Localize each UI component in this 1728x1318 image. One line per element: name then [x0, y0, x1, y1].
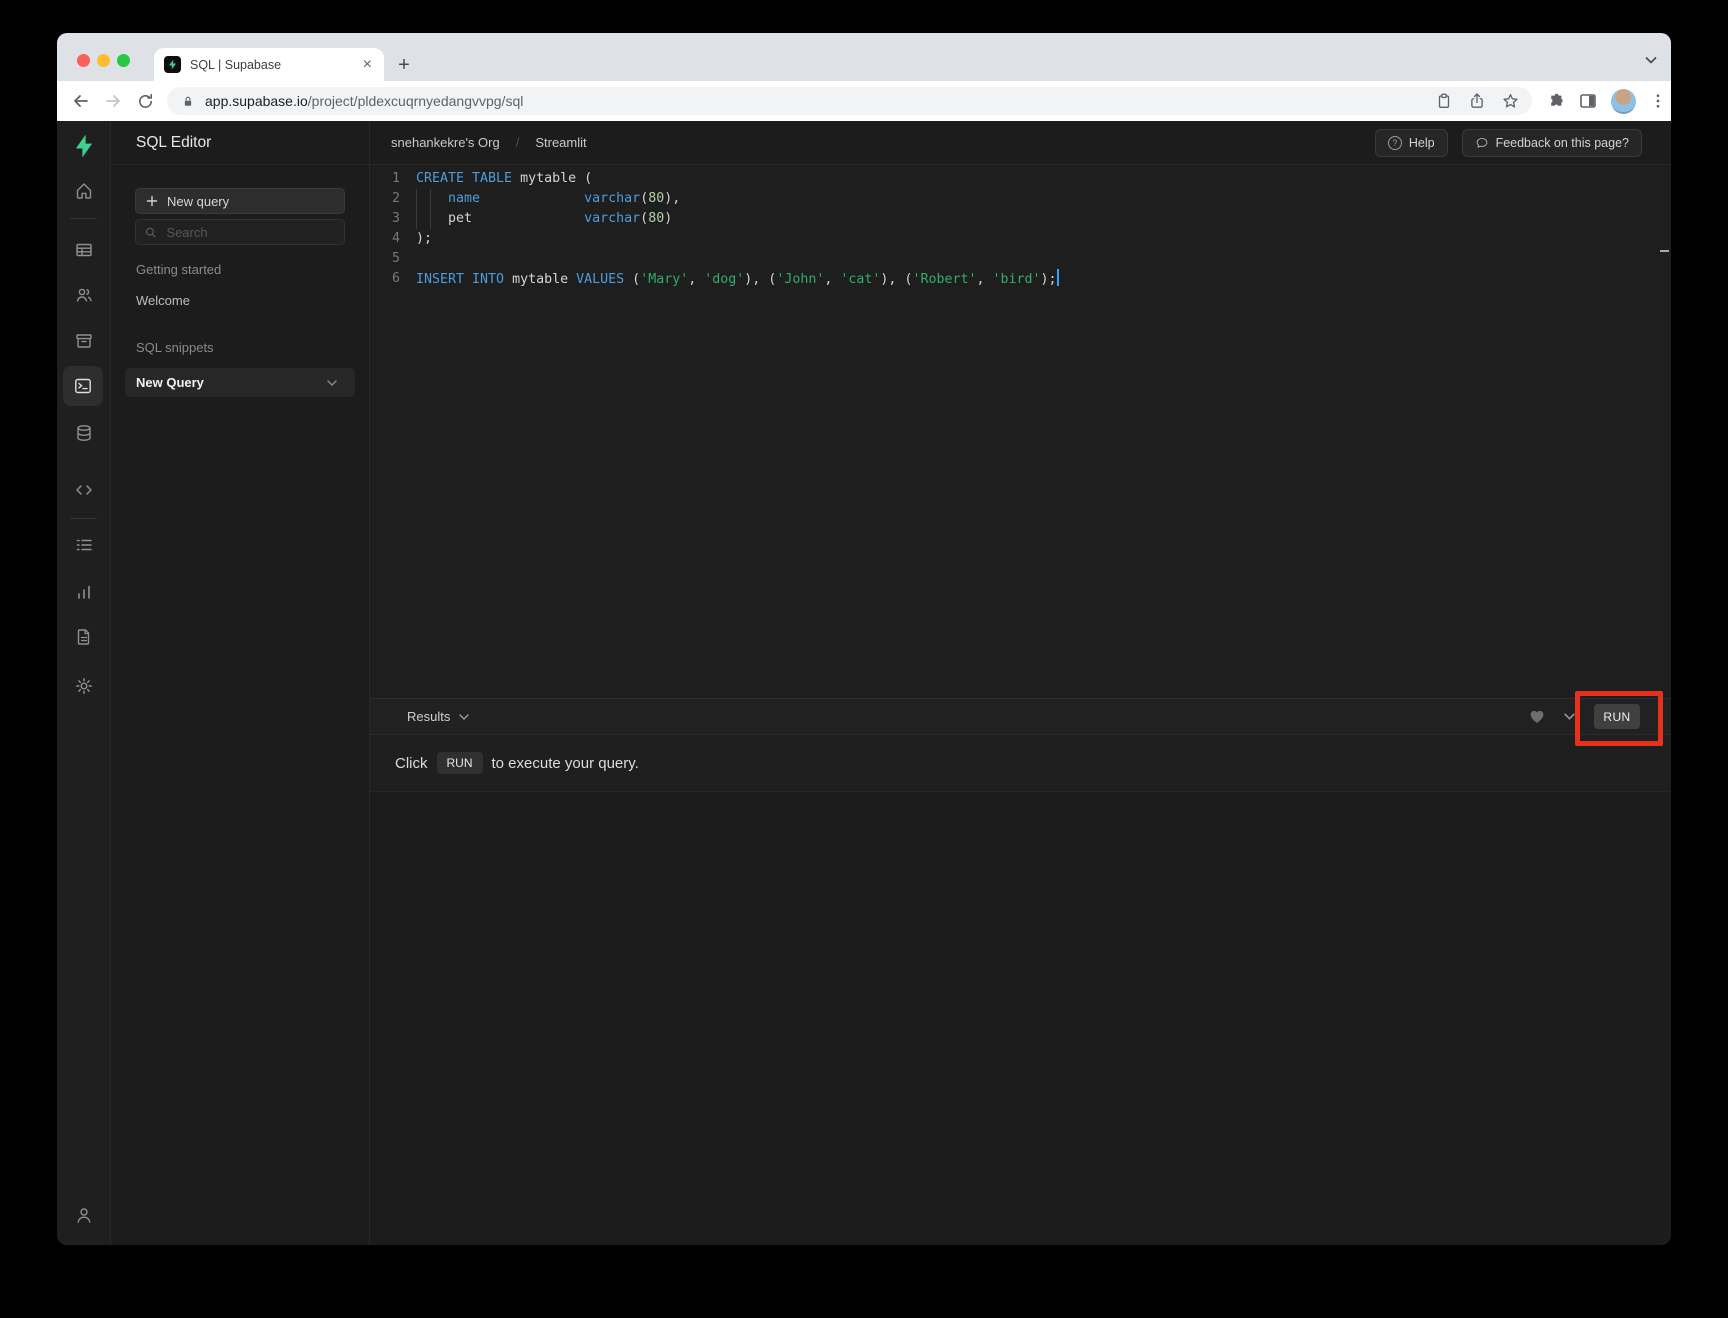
database-icon[interactable]	[66, 415, 102, 451]
bookmark-star-icon[interactable]	[1500, 91, 1520, 111]
help-button[interactable]: ? Help	[1375, 129, 1448, 157]
section-label-getting-started: Getting started	[136, 262, 221, 277]
line-number: 5	[370, 249, 400, 269]
text-cursor	[1057, 269, 1059, 286]
zoom-window-button[interactable]	[117, 54, 130, 67]
breadcrumb: snehankekre's Org / Streamlit	[391, 135, 1375, 150]
code-area: 1CREATE TABLE mytable (2 name varchar(80…	[370, 169, 1671, 289]
tab-strip: SQL | Supabase × +	[57, 33, 1671, 81]
profile-avatar[interactable]	[1611, 89, 1636, 114]
breadcrumb-project[interactable]: Streamlit	[535, 135, 586, 150]
plus-icon	[146, 195, 158, 207]
line-number: 6	[370, 269, 400, 289]
feedback-button[interactable]: Feedback on this page?	[1462, 129, 1642, 157]
code-line[interactable]: 3 pet varchar(80)	[370, 209, 1671, 229]
browser-window: SQL | Supabase × + app.supa	[57, 33, 1671, 1245]
reload-icon[interactable]	[132, 88, 158, 114]
run-kbd-hint: RUN	[437, 752, 483, 774]
run-button[interactable]: RUN	[1594, 704, 1640, 729]
rail-divider	[70, 518, 97, 519]
sql-editor-sidebar: SQL Editor New query Getting started Wel…	[111, 121, 370, 1245]
tab-title: SQL | Supabase	[190, 58, 361, 72]
snippet-search[interactable]	[135, 219, 345, 245]
indent-guide	[430, 189, 431, 229]
line-number: 2	[370, 189, 400, 209]
search-input[interactable]	[164, 224, 335, 241]
supabase-logo-icon[interactable]	[66, 131, 102, 161]
line-number: 1	[370, 169, 400, 189]
line-number: 4	[370, 229, 400, 249]
main-panel: snehankekre's Org / Streamlit ? Help Fee…	[370, 121, 1671, 1245]
run-options-chevron-icon[interactable]	[1564, 713, 1575, 720]
code-line[interactable]: 2 name varchar(80),	[370, 189, 1671, 209]
url-text: app.supabase.io/project/pldexcuqrnyedang…	[205, 93, 1421, 109]
api-code-icon[interactable]	[66, 472, 102, 508]
breadcrumb-separator: /	[516, 135, 520, 150]
back-icon[interactable]	[68, 88, 94, 114]
results-empty-message: Click RUN to execute your query.	[370, 735, 1671, 792]
tab-search-chevron-icon[interactable]	[1645, 56, 1657, 64]
sql-code-editor[interactable]: 1CREATE TABLE mytable (2 name varchar(80…	[370, 165, 1671, 698]
settings-gear-icon[interactable]	[66, 668, 102, 704]
traffic-lights	[77, 54, 130, 67]
storage-icon[interactable]	[66, 323, 102, 359]
line-number: 3	[370, 209, 400, 229]
side-panel-icon[interactable]	[1578, 91, 1598, 111]
results-bar: Results RUN	[370, 698, 1671, 735]
nav-rail	[57, 121, 111, 1245]
menu-dots-icon[interactable]	[1649, 92, 1667, 110]
speech-bubble-icon	[1475, 136, 1489, 150]
code-line[interactable]: 6INSERT INTO mytable VALUES ('Mary', 'do…	[370, 269, 1671, 289]
sidebar-item-new-query[interactable]: New Query	[125, 368, 355, 397]
code-line[interactable]: 4);	[370, 229, 1671, 249]
main-header: snehankekre's Org / Streamlit ? Help Fee…	[370, 121, 1671, 165]
browser-tab[interactable]: SQL | Supabase ×	[154, 48, 384, 81]
sidebar-title: SQL Editor	[111, 121, 369, 165]
account-person-icon[interactable]	[66, 1197, 102, 1233]
supabase-app: SQL Editor New query Getting started Wel…	[57, 121, 1671, 1245]
supabase-favicon	[164, 56, 181, 73]
new-tab-button[interactable]: +	[391, 52, 417, 78]
extensions-puzzle-icon[interactable]	[1545, 91, 1565, 111]
reports-chart-icon[interactable]	[66, 574, 102, 610]
results-dropdown[interactable]: Results	[407, 709, 1529, 724]
breadcrumb-org[interactable]: snehankekre's Org	[391, 135, 500, 150]
search-icon	[145, 226, 156, 239]
chevron-down-icon	[459, 714, 469, 720]
share-icon[interactable]	[1467, 91, 1487, 111]
sql-editor-icon[interactable]	[63, 366, 103, 406]
sidebar-item-welcome[interactable]: Welcome	[136, 293, 190, 308]
section-label-sql-snippets: SQL snippets	[136, 340, 214, 355]
results-empty-area	[370, 792, 1671, 1245]
favorite-heart-icon[interactable]	[1529, 709, 1545, 724]
logs-list-icon[interactable]	[66, 527, 102, 563]
minimize-window-button[interactable]	[97, 54, 110, 67]
code-line[interactable]: 5	[370, 249, 1671, 269]
tab-close-icon[interactable]: ×	[361, 57, 374, 73]
new-query-button[interactable]: New query	[135, 188, 345, 214]
toolbar-right-cluster	[1545, 89, 1671, 114]
overview-ruler-cursor	[1660, 250, 1669, 252]
chevron-down-icon	[327, 380, 337, 386]
browser-toolbar: app.supabase.io/project/pldexcuqrnyedang…	[57, 81, 1671, 121]
lock-icon	[181, 94, 195, 109]
close-window-button[interactable]	[77, 54, 90, 67]
results-bar-actions: RUN	[1529, 704, 1640, 729]
home-icon[interactable]	[66, 173, 102, 209]
forward-icon[interactable]	[100, 88, 126, 114]
code-line[interactable]: 1CREATE TABLE mytable (	[370, 169, 1671, 189]
docs-file-icon[interactable]	[66, 619, 102, 655]
indent-guide	[416, 189, 417, 229]
rail-divider	[70, 218, 97, 219]
table-editor-icon[interactable]	[66, 232, 102, 268]
desktop: SQL | Supabase × + app.supa	[0, 0, 1728, 1318]
help-question-icon: ?	[1388, 136, 1402, 150]
saved-copy-icon[interactable]	[1434, 91, 1454, 111]
auth-users-icon[interactable]	[66, 277, 102, 313]
address-bar[interactable]: app.supabase.io/project/pldexcuqrnyedang…	[167, 87, 1532, 115]
